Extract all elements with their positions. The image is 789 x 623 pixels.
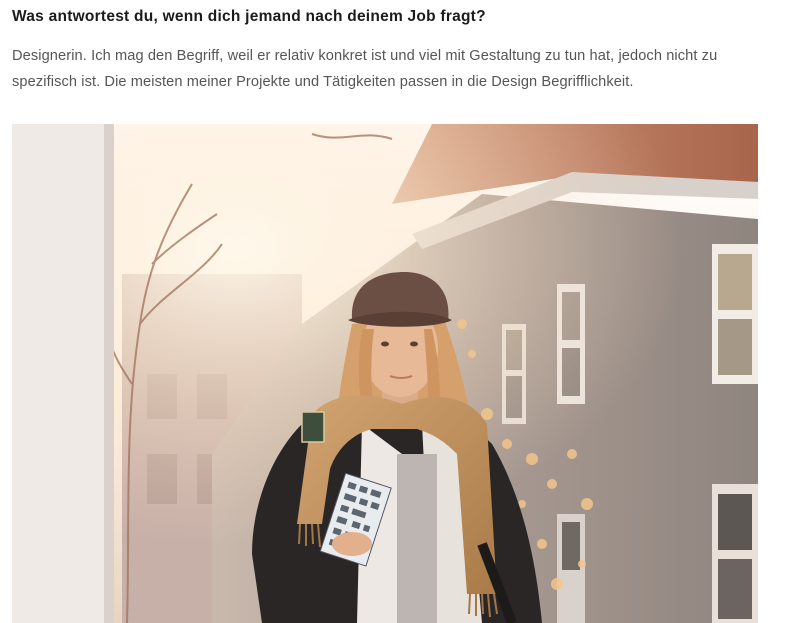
interview-question: Was antwortest du, wenn dich jemand nach… [12,8,486,25]
pillar-edge [104,124,114,623]
portrait-photo [12,124,758,623]
interview-answer: Designerin. Ich mag den Begriff, weil er… [12,48,718,90]
white-pillar [12,124,110,623]
article: Was antwortest du, wenn dich jemand nach… [12,0,772,95]
